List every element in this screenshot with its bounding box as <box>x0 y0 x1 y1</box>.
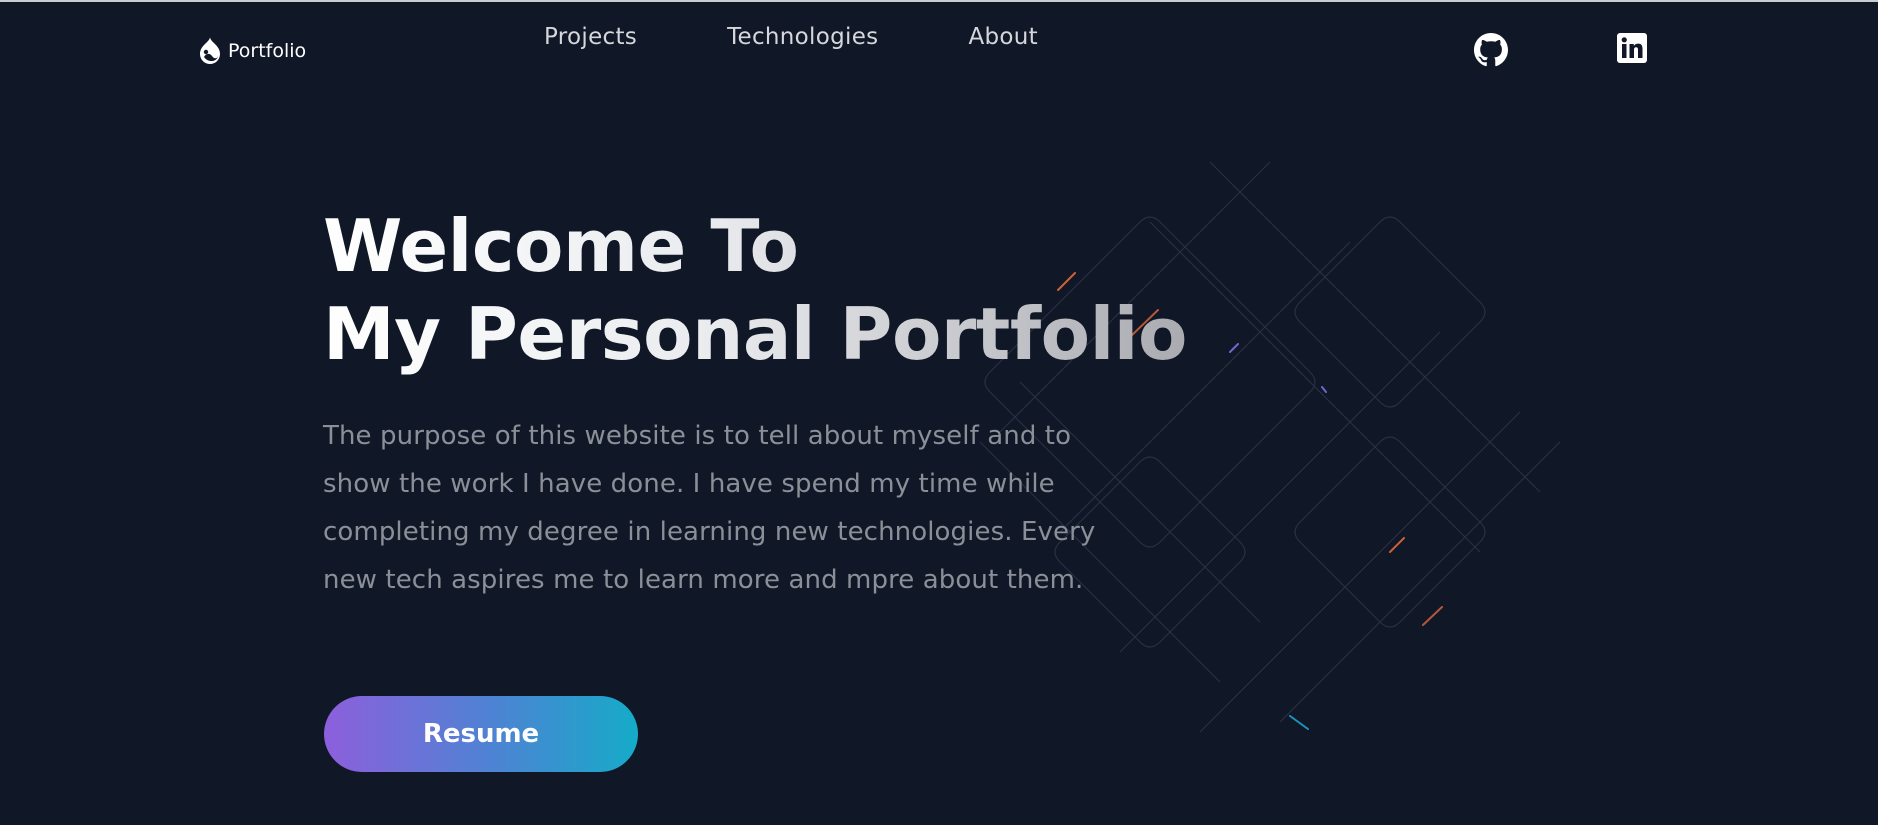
linkedin-icon <box>1617 33 1647 63</box>
portfolio-page: Portfolio Projects Technologies About We… <box>0 0 1878 825</box>
hero-title: Welcome To My Personal Portfolio <box>323 202 1187 378</box>
logo-text: Portfolio <box>228 40 307 62</box>
github-link[interactable] <box>1474 33 1508 71</box>
drupal-logo-icon <box>200 37 220 64</box>
resume-button[interactable]: Resume <box>324 696 638 772</box>
linkedin-link[interactable] <box>1617 33 1647 67</box>
nav-link-projects[interactable]: Projects <box>544 24 637 50</box>
nav-link-technologies[interactable]: Technologies <box>727 24 878 50</box>
hero-description: The purpose of this website is to tell a… <box>323 421 1096 595</box>
hero-title-line-1: Welcome To <box>323 204 799 288</box>
main-nav: Projects Technologies About <box>544 24 1038 50</box>
hero-title-line-2: My Personal Portfolio <box>323 292 1187 376</box>
nav-link-about[interactable]: About <box>968 24 1038 50</box>
github-icon <box>1474 33 1508 67</box>
logo-link[interactable]: Portfolio <box>196 36 306 66</box>
